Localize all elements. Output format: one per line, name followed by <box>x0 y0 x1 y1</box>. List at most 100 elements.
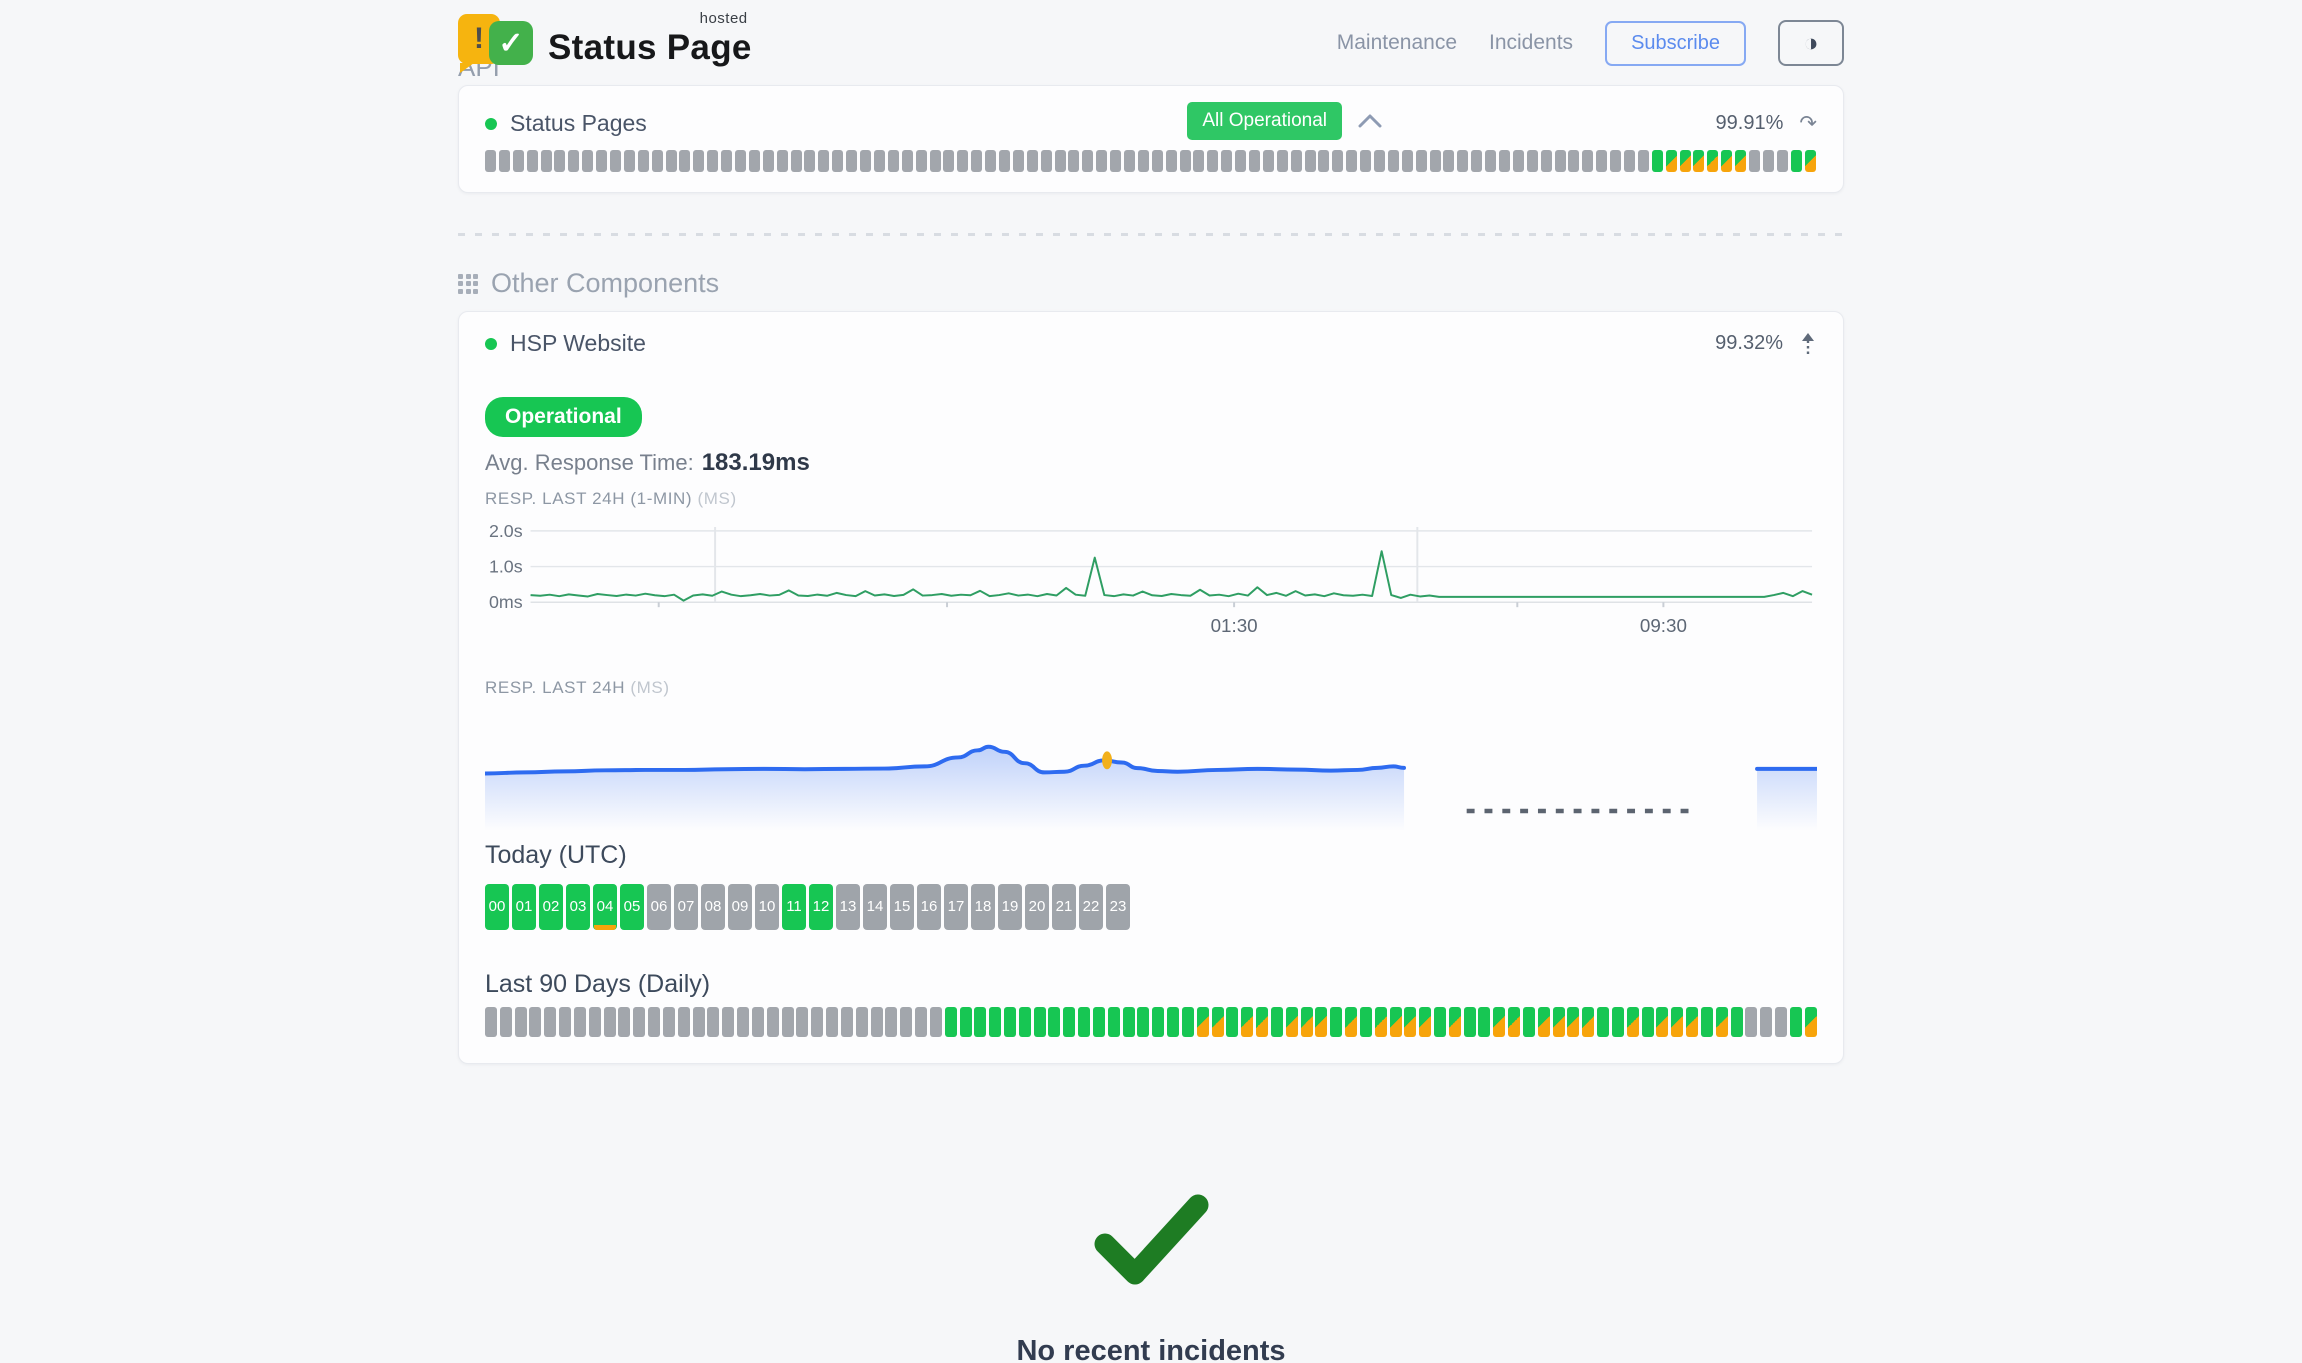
uptime-bar-up[interactable] <box>1093 1007 1105 1037</box>
uptime-bar-nodata[interactable] <box>663 1007 675 1037</box>
uptime-bar-nodata[interactable] <box>1760 1007 1772 1037</box>
hour-block-10[interactable]: 10 <box>755 884 779 930</box>
uptime-bar-partial[interactable] <box>1582 1007 1594 1037</box>
uptime-bar-partial[interactable] <box>1301 1007 1313 1037</box>
uptime-bar-nodata[interactable] <box>515 1007 527 1037</box>
uptime-bar-up[interactable] <box>1464 1007 1476 1037</box>
uptime-bar-partial[interactable] <box>1735 150 1746 172</box>
uptime-bar-nodata[interactable] <box>544 1007 556 1037</box>
uptime-bar-nodata[interactable] <box>1291 150 1302 172</box>
uptime-bar-partial[interactable] <box>1286 1007 1298 1037</box>
uptime-bar-nodata[interactable] <box>1152 150 1163 172</box>
uptime-bar-partial[interactable] <box>1197 1007 1209 1037</box>
uptime-bar-nodata[interactable] <box>900 1007 912 1037</box>
uptime-bar-nodata[interactable] <box>648 1007 660 1037</box>
uptime-bar-up[interactable] <box>1019 1007 1031 1037</box>
uptime-bar-up[interactable] <box>1731 1007 1743 1037</box>
hour-block-22[interactable]: 22 <box>1079 884 1103 930</box>
hour-block-09[interactable]: 09 <box>728 884 752 930</box>
uptime-bar-up[interactable] <box>1063 1007 1075 1037</box>
uptime-bar-up[interactable] <box>1123 1007 1135 1037</box>
uptime-bar-nodata[interactable] <box>1582 150 1593 172</box>
uptime-bar-nodata[interactable] <box>638 150 649 172</box>
uptime-bar-nodata[interactable] <box>485 1007 497 1037</box>
hour-block-23[interactable]: 23 <box>1106 884 1130 930</box>
uptime-bar-nodata[interactable] <box>1485 150 1496 172</box>
uptime-bar-nodata[interactable] <box>735 150 746 172</box>
hour-block-00[interactable]: 00 <box>485 884 509 930</box>
uptime-bar-nodata[interactable] <box>818 150 829 172</box>
uptime-bar-nodata[interactable] <box>554 150 565 172</box>
uptime-bar-nodata[interactable] <box>666 150 677 172</box>
uptime-bar-partial[interactable] <box>1345 1007 1357 1037</box>
uptime-bar-nodata[interactable] <box>1332 150 1343 172</box>
hour-block-15[interactable]: 15 <box>890 884 914 930</box>
hour-block-01[interactable]: 01 <box>512 884 536 930</box>
uptime-bar-nodata[interactable] <box>860 150 871 172</box>
uptime-bar-nodata[interactable] <box>529 1007 541 1037</box>
uptime-bar-nodata[interactable] <box>1096 150 1107 172</box>
uptime-bar-partial[interactable] <box>1721 150 1732 172</box>
hour-block-21[interactable]: 21 <box>1052 884 1076 930</box>
uptime-bar-nodata[interactable] <box>841 1007 853 1037</box>
uptime-bar-nodata[interactable] <box>722 1007 734 1037</box>
uptime-bar-nodata[interactable] <box>582 150 593 172</box>
uptime-bar-up[interactable] <box>1360 1007 1372 1037</box>
uptime-bar-nodata[interactable] <box>874 150 885 172</box>
uptime-bar-partial[interactable] <box>1693 150 1704 172</box>
uptime-bar-partial[interactable] <box>1671 1007 1683 1037</box>
uptime-bar-nodata[interactable] <box>871 1007 883 1037</box>
uptime-bar-nodata[interactable] <box>500 1007 512 1037</box>
uptime-bar-nodata[interactable] <box>1638 150 1649 172</box>
subscribe-button[interactable]: Subscribe <box>1605 21 1746 66</box>
uptime-bar-nodata[interactable] <box>1082 150 1093 172</box>
hour-block-04[interactable]: 04 <box>593 884 617 930</box>
uptime-bar-partial[interactable] <box>1449 1007 1461 1037</box>
uptime-bar-nodata[interactable] <box>1041 150 1052 172</box>
uptime-bar-nodata[interactable] <box>763 150 774 172</box>
uptime-bar-nodata[interactable] <box>1263 150 1274 172</box>
uptime-bar-nodata[interactable] <box>826 1007 838 1037</box>
uptime-bar-up[interactable] <box>1078 1007 1090 1037</box>
uptime-bar-up[interactable] <box>1478 1007 1490 1037</box>
uptime-bar-partial[interactable] <box>1805 1007 1817 1037</box>
uptime-bar-nodata[interactable] <box>737 1007 749 1037</box>
uptime-bar-partial[interactable] <box>1716 1007 1728 1037</box>
hour-block-14[interactable]: 14 <box>863 884 887 930</box>
uptime-bar-nodata[interactable] <box>633 1007 645 1037</box>
uptime-bar-nodata[interactable] <box>856 1007 868 1037</box>
uptime-bar-nodata[interactable] <box>957 150 968 172</box>
uptime-bar-nodata[interactable] <box>1138 150 1149 172</box>
uptime-bar-nodata[interactable] <box>596 150 607 172</box>
uptime-bar-nodata[interactable] <box>971 150 982 172</box>
uptime-bar-nodata[interactable] <box>888 150 899 172</box>
uptime-bar-nodata[interactable] <box>559 1007 571 1037</box>
uptime-bar-nodata[interactable] <box>811 1007 823 1037</box>
hour-block-12[interactable]: 12 <box>809 884 833 930</box>
uptime-bar-nodata[interactable] <box>1346 150 1357 172</box>
uptime-bar-partial[interactable] <box>1315 1007 1327 1037</box>
uptime-bar-nodata[interactable] <box>1193 150 1204 172</box>
uptime-bar-nodata[interactable] <box>796 1007 808 1037</box>
uptime-bar-up[interactable] <box>974 1007 986 1037</box>
uptime-bar-partial[interactable] <box>1212 1007 1224 1037</box>
uptime-bar-up[interactable] <box>1652 150 1663 172</box>
uptime-bar-nodata[interactable] <box>527 150 538 172</box>
uptime-bar-partial[interactable] <box>1375 1007 1387 1037</box>
uptime-bar-partial[interactable] <box>1553 1007 1565 1037</box>
uptime-bar-nodata[interactable] <box>678 1007 690 1037</box>
uptime-bar-up[interactable] <box>1791 150 1802 172</box>
uptime-bar-up[interactable] <box>989 1007 1001 1037</box>
uptime-bar-up[interactable] <box>1137 1007 1149 1037</box>
uptime-bar-nodata[interactable] <box>804 150 815 172</box>
uptime-bar-nodata[interactable] <box>618 1007 630 1037</box>
uptime-bar-nodata[interactable] <box>1221 150 1232 172</box>
uptime-bar-nodata[interactable] <box>916 150 927 172</box>
uptime-bar-partial[interactable] <box>1656 1007 1668 1037</box>
uptime-bar-nodata[interactable] <box>513 150 524 172</box>
theme-toggle-button[interactable]: ◑ <box>1778 20 1844 66</box>
uptime-bar-up[interactable] <box>1271 1007 1283 1037</box>
uptime-bar-up[interactable] <box>1182 1007 1194 1037</box>
uptime-bar-up[interactable] <box>1167 1007 1179 1037</box>
uptime-bar-up[interactable] <box>1048 1007 1060 1037</box>
